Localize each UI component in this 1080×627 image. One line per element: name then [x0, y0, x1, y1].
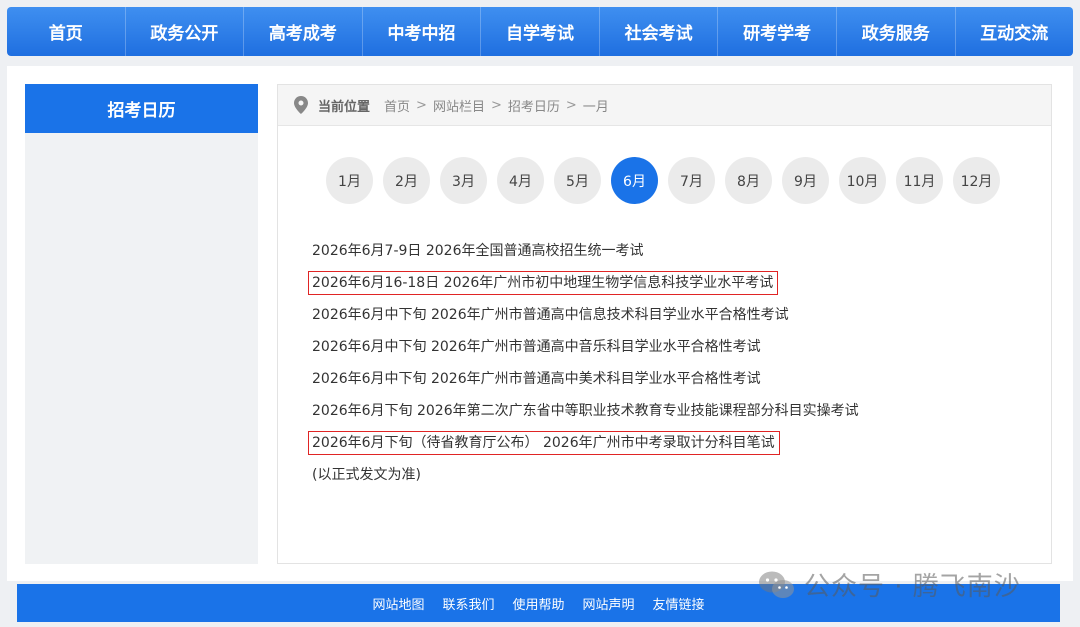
month-4[interactable]: 4月 — [497, 157, 544, 204]
nav-item-home[interactable]: 首页 — [7, 7, 126, 56]
breadcrumb-separator: > — [565, 97, 577, 113]
breadcrumb-separator: > — [416, 97, 427, 113]
nav-item-gov-service[interactable]: 政务服务 — [837, 7, 956, 56]
nav-item-interaction[interactable]: 互动交流 — [956, 7, 1074, 56]
wechat-watermark: 公众号 · 腾飞南沙 — [758, 566, 1021, 603]
month-3[interactable]: 3月 — [440, 157, 487, 204]
event-item[interactable]: 2026年6月16-18日 2026年广州市初中地理生物学信息科技学业水平考试 — [308, 267, 1032, 299]
month-5[interactable]: 5月 — [554, 157, 601, 204]
breadcrumb-separator: > — [490, 97, 502, 113]
content-area: 当前位置 首页 > 网站栏目 > 招考日历 > 一月 1月 2月 3月 4月 5… — [277, 84, 1052, 564]
footer-link-links[interactable]: 友情链接 — [653, 594, 705, 613]
watermark-text: 公众号 · 腾飞南沙 — [804, 572, 1021, 602]
breadcrumb-site-section[interactable]: 网站栏目 — [433, 96, 485, 115]
top-navigation: 首页 政务公开 高考成考 中考中招 自学考试 社会考试 研考学考 政务服务 互动… — [7, 7, 1073, 56]
month-12[interactable]: 12月 — [953, 157, 1000, 204]
sidebar-title[interactable]: 招考日历 — [25, 84, 258, 133]
month-11[interactable]: 11月 — [896, 157, 943, 204]
location-pin-icon — [294, 96, 308, 114]
month-7[interactable]: 7月 — [668, 157, 715, 204]
nav-item-zhongkao[interactable]: 中考中招 — [363, 7, 482, 56]
footer-link-contact[interactable]: 联系我们 — [442, 594, 494, 613]
event-list: 2026年6月7-9日 2026年全国普通高校招生统一考试 2026年6月16-… — [308, 235, 1032, 491]
main-panel: 招考日历 当前位置 首页 > 网站栏目 > 招考日历 > 一月 1月 2月 3月… — [7, 66, 1073, 581]
nav-item-gov-affairs[interactable]: 政务公开 — [126, 7, 245, 56]
breadcrumb-home[interactable]: 首页 — [384, 96, 410, 115]
footer-link-statement[interactable]: 网站声明 — [583, 594, 635, 613]
footer-link-help[interactable]: 使用帮助 — [512, 594, 564, 613]
event-item[interactable]: 2026年6月下旬 2026年第二次广东省中等职业技术教育专业技能课程部分科目实… — [312, 395, 1032, 427]
nav-item-self-study[interactable]: 自学考试 — [481, 7, 600, 56]
breadcrumb-current: 一月 — [582, 99, 609, 115]
wechat-icon — [759, 571, 794, 598]
event-item[interactable]: 2026年6月中下旬 2026年广州市普通高中美术科目学业水平合格性考试 — [312, 363, 1032, 395]
breadcrumb-label: 当前位置 — [318, 99, 371, 115]
breadcrumb: 当前位置 首页 > 网站栏目 > 招考日历 > 一月 — [278, 85, 1051, 126]
nav-item-gaokao[interactable]: 高考成考 — [244, 7, 363, 56]
month-6[interactable]: 6月 — [611, 157, 658, 204]
footer-link-sitemap[interactable]: 网站地图 — [372, 594, 424, 613]
event-item[interactable]: 2026年6月7-9日 2026年全国普通高校招生统一考试 — [312, 235, 1032, 267]
event-item[interactable]: 2026年6月下旬（待省教育厅公布） 2026年广州市中考录取计分科目笔试 — [308, 427, 1032, 459]
month-2[interactable]: 2月 — [383, 157, 430, 204]
nav-item-social-exam[interactable]: 社会考试 — [600, 7, 719, 56]
month-9[interactable]: 9月 — [782, 157, 829, 204]
month-8[interactable]: 8月 — [725, 157, 772, 204]
sidebar: 招考日历 — [25, 84, 258, 564]
month-1[interactable]: 1月 — [326, 157, 373, 204]
event-item[interactable]: 2026年6月中下旬 2026年广州市普通高中信息技术科目学业水平合格性考试 — [312, 299, 1032, 331]
event-note: (以正式发文为准) — [312, 467, 421, 483]
nav-item-graduate-exam[interactable]: 研考学考 — [718, 7, 837, 56]
month-selector: 1月 2月 3月 4月 5月 6月 7月 8月 9月 10月 11月 12月 — [326, 157, 1010, 204]
event-item[interactable]: 2026年6月中下旬 2026年广州市普通高中音乐科目学业水平合格性考试 — [312, 331, 1032, 363]
breadcrumb-calendar[interactable]: 招考日历 — [508, 96, 560, 115]
month-10[interactable]: 10月 — [839, 157, 886, 204]
